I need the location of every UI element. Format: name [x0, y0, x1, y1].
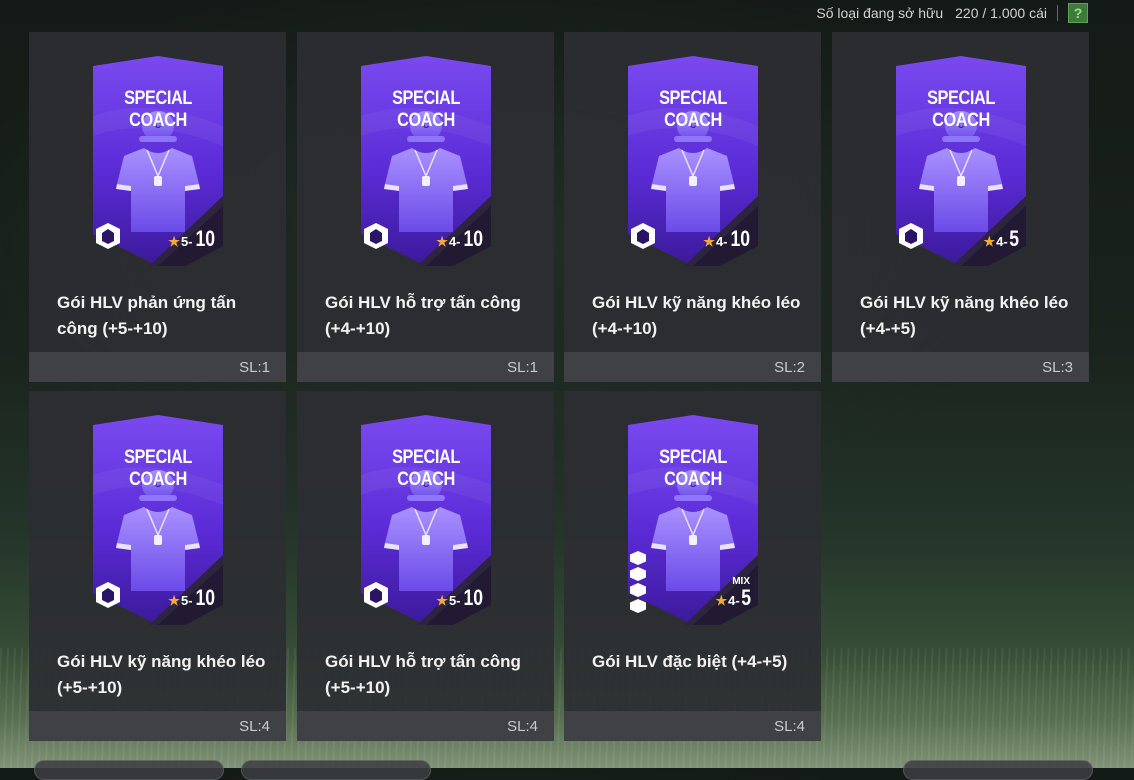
pack-name: Gói HLV hỗ trợ tấn công (+4-+10) [325, 293, 521, 338]
bottom-button-3[interactable] [903, 760, 1093, 780]
pack-image: C SPECIAL COACH ★ 5-10 [357, 415, 495, 625]
rating-max: 10 [729, 226, 750, 251]
bottom-button-2[interactable] [241, 760, 431, 780]
pack-image: C SPECIAL COACH ★ 4-10 [357, 56, 495, 266]
rating-range: ★ 5-10 [168, 585, 217, 611]
pack-title: SPECIAL COACH [927, 88, 995, 131]
counter-attack-icon [95, 222, 121, 250]
pack-image: C SPECIAL COACH ★ 5-10 [89, 56, 227, 266]
owned-count-bar: Số loại đang sở hữu 220 / 1.000 cái ? [816, 2, 1088, 24]
rating-range: ★ 5-10 [168, 226, 217, 252]
pack-image: C SPECIAL COACH ★ 4-10 [624, 56, 762, 266]
quantity-label: SL:2 [774, 358, 805, 376]
quantity-label: SL:4 [774, 717, 805, 735]
pack-name: Gói HLV kỹ năng khéo léo (+5-+10) [57, 652, 266, 697]
star-icon: ★ [168, 234, 180, 249]
rating-range: ★ 4-5 [984, 226, 1020, 252]
skill-icon [95, 581, 121, 609]
pack-name: Gói HLV hỗ trợ tấn công (+5-+10) [325, 652, 521, 697]
pack-title: SPECIAL COACH [124, 88, 192, 131]
rating-dash: - [456, 234, 461, 249]
rating-min: 4 [728, 593, 736, 608]
pack-card[interactable]: C SPECIAL COACH ★ 5-10 Gói HLV phản ứng tấ… [29, 32, 286, 382]
rating-dash: - [1003, 234, 1008, 249]
rating-dash: - [188, 234, 193, 249]
pack-card[interactable]: C SPECIAL COACH ★ 5-10 Gói HLV kỹ năng khé… [29, 391, 286, 741]
star-icon: ★ [983, 234, 996, 249]
rating-min: 5 [180, 593, 189, 608]
pack-image: C SPECIAL COACH MIX ★ 4-5 [624, 415, 762, 625]
quantity-label: SL:1 [507, 358, 538, 376]
owned-label: Số loại đang sở hữu [816, 5, 944, 21]
quantity-bar: SL:1 [29, 352, 286, 382]
skill-icon [898, 222, 924, 250]
rating-dash: - [735, 593, 740, 608]
pack-name: Gói HLV kỹ năng khéo léo (+4-+10) [592, 293, 801, 338]
quantity-bar: SL:4 [564, 711, 821, 741]
star-icon: ★ [703, 234, 715, 249]
pack-name: Gói HLV kỹ năng khéo léo (+4-+5) [860, 293, 1069, 338]
rating-min: 5 [180, 234, 189, 249]
pack-title: SPECIAL COACH [392, 88, 460, 131]
rating-range: ★ 4-5 [716, 585, 752, 611]
pack-image: C SPECIAL COACH ★ 5-10 [89, 415, 227, 625]
pack-name: Gói HLV phản ứng tấn công (+5-+10) [57, 293, 237, 338]
pack-title: SPECIAL COACH [659, 88, 727, 131]
star-icon: ★ [436, 234, 448, 249]
rating-min: 4 [996, 234, 1004, 249]
pack-card[interactable]: C SPECIAL COACH ★ 4-10 Gói HLV kỹ năng khé… [564, 32, 821, 382]
star-icon: ★ [715, 593, 728, 608]
quantity-bar: SL:2 [564, 352, 821, 382]
divider [1057, 5, 1058, 21]
rating-dash: - [188, 593, 193, 608]
pack-card[interactable]: C SPECIAL COACH ★ 4-5 Gói HLV kỹ năng khéo… [832, 32, 1089, 382]
attack-support-icon [363, 581, 389, 609]
rating-min: 4 [715, 234, 724, 249]
star-icon: ★ [168, 593, 180, 608]
rating-max: 5 [740, 585, 751, 610]
pack-title: SPECIAL COACH [392, 447, 460, 490]
attack-support-icon [363, 222, 389, 250]
pack-image: C SPECIAL COACH ★ 4-5 [892, 56, 1030, 266]
rating-max: 10 [194, 585, 215, 610]
rating-max: 10 [194, 226, 215, 251]
rating-dash: - [456, 593, 461, 608]
mixed-badges-icon [630, 551, 648, 613]
quantity-bar: SL:1 [297, 352, 554, 382]
quantity-label: SL:4 [507, 717, 538, 735]
bottom-button-1[interactable] [34, 760, 224, 780]
rating-range: ★ 5-10 [436, 585, 485, 611]
owned-count: 220 / 1.000 cái [955, 5, 1047, 21]
quantity-label: SL:1 [239, 358, 270, 376]
quantity-bar: SL:3 [832, 352, 1089, 382]
pack-title: SPECIAL COACH [659, 447, 727, 490]
pack-title: SPECIAL COACH [124, 447, 192, 490]
rating-range: ★ 4-10 [436, 226, 485, 252]
quantity-bar: SL:4 [297, 711, 554, 741]
pack-name: Gói HLV đặc biệt (+4-+5) [592, 652, 788, 671]
star-icon: ★ [436, 593, 448, 608]
rating-max: 10 [462, 226, 483, 251]
rating-range: ★ 4-10 [703, 226, 752, 252]
pack-card[interactable]: C SPECIAL COACH ★ 5-10 Gói HLV hỗ trợ tấn … [297, 391, 554, 741]
quantity-label: SL:3 [1042, 358, 1073, 376]
rating-min: 4 [448, 234, 457, 249]
pack-card[interactable]: C SPECIAL COACH ★ 4-10 Gói HLV hỗ trợ tấn … [297, 32, 554, 382]
quantity-bar: SL:4 [29, 711, 286, 741]
rating-max: 5 [1008, 226, 1019, 251]
quantity-label: SL:4 [239, 717, 270, 735]
pack-card[interactable]: C SPECIAL COACH MIX ★ 4-5 Gói HLV đặc biệt … [564, 391, 821, 741]
rating-max: 10 [462, 585, 483, 610]
rating-dash: - [723, 234, 728, 249]
help-button[interactable]: ? [1068, 3, 1088, 23]
rating-min: 5 [448, 593, 457, 608]
skill-icon [630, 222, 656, 250]
